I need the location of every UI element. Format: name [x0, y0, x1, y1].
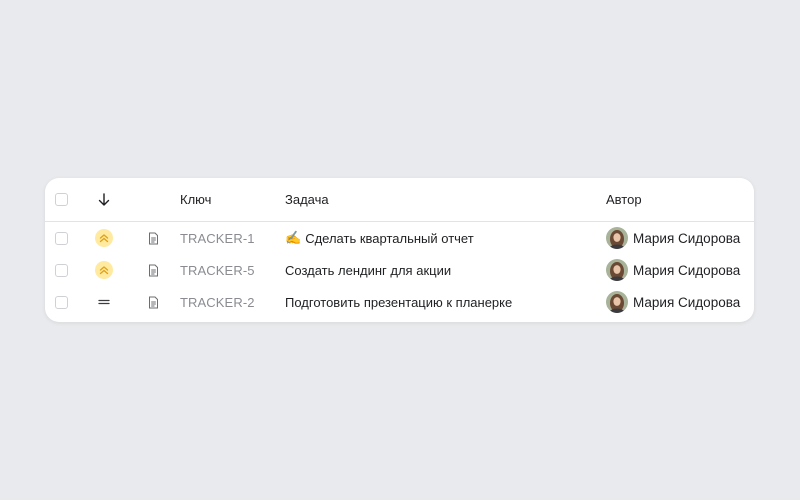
table-header: Ключ Задача Автор: [45, 178, 754, 222]
issue-key-text: TRACKER-1: [180, 230, 255, 246]
author[interactable]: Мария Сидорова: [606, 286, 751, 318]
row-checkbox[interactable]: [54, 295, 68, 309]
table-row[interactable]: TRACKER-2 Подготовить презентацию к план…: [45, 286, 754, 318]
writing-hand-icon: ✍️: [285, 230, 302, 245]
task-title-text: Создать лендинг для акции: [285, 262, 452, 278]
column-header-author[interactable]: Автор: [606, 178, 751, 221]
task-title[interactable]: ✍️ Сделать квартальный отчет: [285, 222, 585, 254]
priority-cell: [94, 286, 114, 318]
row-checkbox[interactable]: [54, 263, 68, 277]
sort-priority-cell[interactable]: [94, 178, 114, 221]
issue-key-text: TRACKER-5: [180, 262, 255, 278]
document-icon: [148, 296, 158, 308]
select-all-checkbox[interactable]: [54, 193, 68, 206]
column-header-key-label: Ключ: [180, 192, 212, 207]
row-checkbox-cell: [53, 222, 69, 254]
chevrons-up-icon: [99, 234, 109, 243]
task-title[interactable]: Создать лендинг для акции: [285, 254, 585, 286]
priority-cell: [94, 254, 114, 286]
task-title-text: Подготовить презентацию к планерке: [285, 294, 513, 310]
priority-badge: [95, 229, 113, 247]
author[interactable]: Мария Сидорова: [606, 254, 751, 286]
issue-key-text: TRACKER-2: [180, 294, 255, 310]
column-header-author-label: Автор: [606, 192, 642, 207]
task-title-text: Сделать квартальный отчет: [305, 230, 474, 246]
type-cell: [145, 286, 161, 318]
avatar: [606, 259, 628, 281]
avatar: [606, 291, 628, 313]
document-icon: [148, 232, 158, 244]
equals-icon: [98, 299, 110, 305]
author-name: Мария Сидорова: [633, 230, 741, 246]
issue-key[interactable]: TRACKER-2: [180, 286, 280, 318]
author[interactable]: Мария Сидорова: [606, 222, 751, 254]
type-cell: [145, 222, 161, 254]
issues-table: Ключ Задача Автор TRACKER-1 ✍️ Сделать к…: [45, 178, 754, 322]
type-cell: [145, 254, 161, 286]
author-name: Мария Сидорова: [633, 294, 741, 310]
row-checkbox[interactable]: [54, 231, 68, 245]
issue-key[interactable]: TRACKER-5: [180, 254, 280, 286]
priority-badge: [95, 261, 113, 279]
column-header-task[interactable]: Задача: [285, 178, 585, 221]
avatar: [606, 227, 628, 249]
document-icon: [148, 264, 158, 276]
column-header-task-label: Задача: [285, 192, 329, 207]
priority-cell: [94, 222, 114, 254]
table-row[interactable]: TRACKER-5 Создать лендинг для акции Мари…: [45, 254, 754, 286]
row-checkbox-cell: [53, 286, 69, 318]
author-name: Мария Сидорова: [633, 262, 741, 278]
column-header-key[interactable]: Ключ: [180, 178, 280, 221]
select-all-cell: [53, 178, 69, 221]
task-title[interactable]: Подготовить презентацию к планерке: [285, 286, 585, 318]
issue-key[interactable]: TRACKER-1: [180, 222, 280, 254]
table-row[interactable]: TRACKER-1 ✍️ Сделать квартальный отчет М…: [45, 222, 754, 254]
row-checkbox-cell: [53, 254, 69, 286]
arrow-down-icon[interactable]: [98, 192, 110, 207]
chevrons-up-icon: [99, 266, 109, 275]
